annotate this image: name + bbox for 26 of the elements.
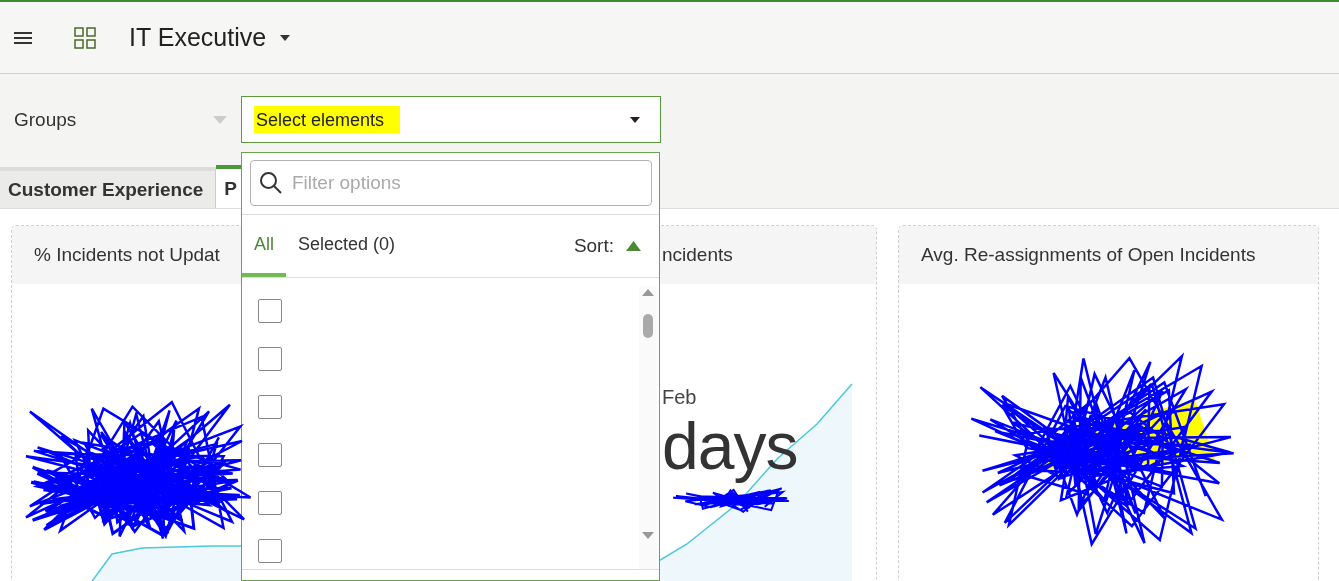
card-title: % Incidents not Updat [34, 244, 220, 266]
card-title: ncidents [662, 244, 733, 266]
dashboard-title[interactable]: IT Executive [129, 23, 291, 52]
caret-icon [630, 116, 640, 123]
filter-field[interactable]: Filter options [250, 160, 652, 206]
grid-icon[interactable] [74, 26, 96, 49]
menu-icon[interactable] [14, 30, 32, 45]
groups-dropdown[interactable]: Groups [14, 96, 241, 144]
checkbox[interactable] [258, 395, 282, 419]
caret-icon [280, 34, 291, 41]
sort-button[interactable]: Sort: [573, 215, 641, 277]
checkbox[interactable] [258, 539, 282, 563]
checkbox[interactable] [258, 347, 282, 371]
tab[interactable]: Customer Experience [0, 167, 217, 208]
filter-tab[interactable]: Selected (0) [286, 215, 408, 277]
select-field[interactable]: Select elements [241, 96, 661, 143]
caret-icon [213, 116, 227, 124]
checkbox[interactable] [258, 443, 282, 467]
search-icon [259, 171, 283, 195]
select-value: Select elements [254, 106, 401, 133]
checkbox[interactable] [258, 491, 282, 515]
stat-date: Feb [662, 386, 698, 409]
scrollbar[interactable] [639, 286, 657, 569]
filter-tab[interactable]: All [242, 215, 286, 277]
card-title: Avg. Re-assignments of Open Incidents [921, 244, 1256, 266]
checkbox[interactable] [258, 299, 282, 323]
